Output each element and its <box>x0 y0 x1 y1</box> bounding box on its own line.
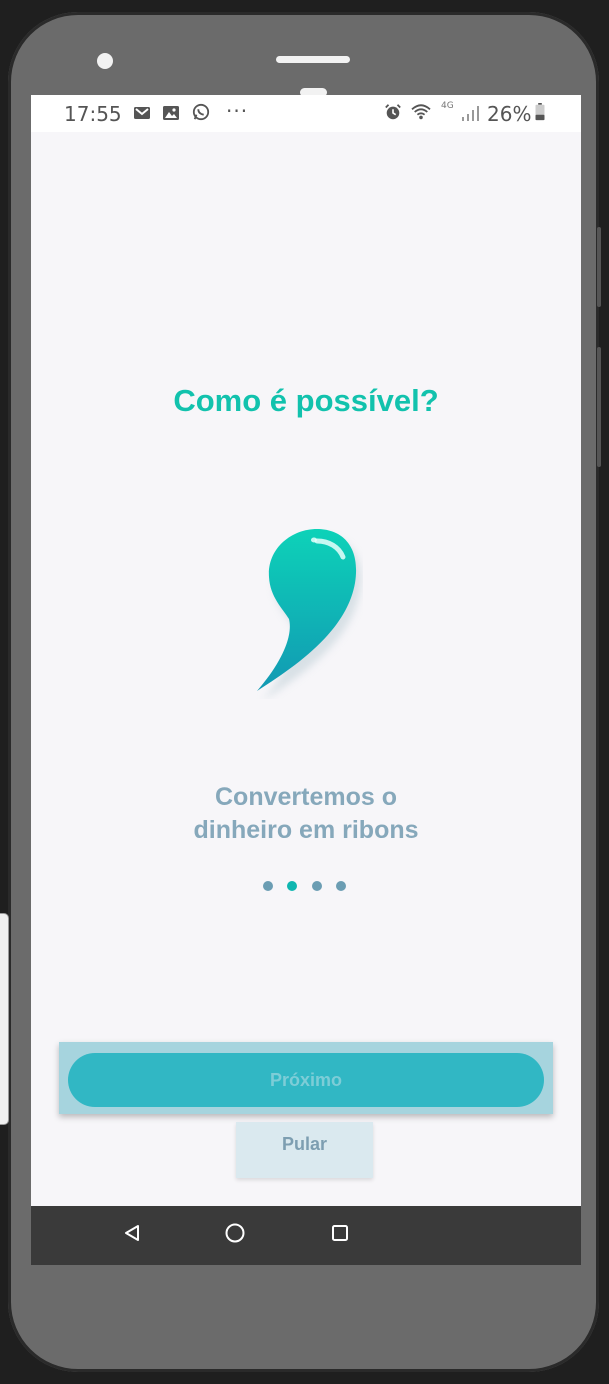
recents-icon[interactable] <box>331 1223 349 1243</box>
battery-icon <box>535 103 545 121</box>
description-line-1: Convertemos o <box>215 783 397 811</box>
more-notifications: ··· <box>226 99 249 123</box>
front-camera <box>97 53 113 69</box>
app-screen: 17:55 ··· 4G 26% Como é possível? Conver… <box>31 95 581 1265</box>
page-dot-3[interactable] <box>312 881 322 891</box>
whatsapp-icon <box>192 103 210 121</box>
page-title: Como é possível? <box>173 383 439 418</box>
skip-button[interactable]: Pular <box>236 1122 373 1178</box>
status-time: 17:55 <box>64 102 122 126</box>
wifi-icon <box>411 104 431 120</box>
home-icon[interactable] <box>224 1222 246 1244</box>
volume-button <box>597 227 601 307</box>
alarm-icon <box>385 104 401 120</box>
gallery-icon <box>163 106 179 120</box>
ribon-drop-icon <box>257 529 362 699</box>
side-panel-handle[interactable] <box>0 913 9 1125</box>
system-navigation-bar <box>31 1206 581 1265</box>
gmail-icon <box>134 107 150 119</box>
page-dot-4[interactable] <box>336 881 346 891</box>
battery-percent: 26% <box>487 102 532 126</box>
onboarding-description: Convertemos o dinheiro em ribons <box>31 781 581 847</box>
next-button[interactable]: Próximo <box>68 1053 544 1107</box>
page-dot-1[interactable] <box>263 881 273 891</box>
page-dot-2-active[interactable] <box>287 881 297 891</box>
description-line-2: dinheiro em ribons <box>193 816 419 844</box>
signal-icon <box>462 106 479 121</box>
next-button-container: Próximo <box>59 1042 553 1114</box>
back-icon[interactable] <box>123 1223 141 1243</box>
network-type: 4G <box>441 101 454 111</box>
status-bar: 17:55 ··· 4G 26% <box>31 95 581 132</box>
power-button <box>597 347 601 467</box>
speaker-grille <box>276 56 350 63</box>
